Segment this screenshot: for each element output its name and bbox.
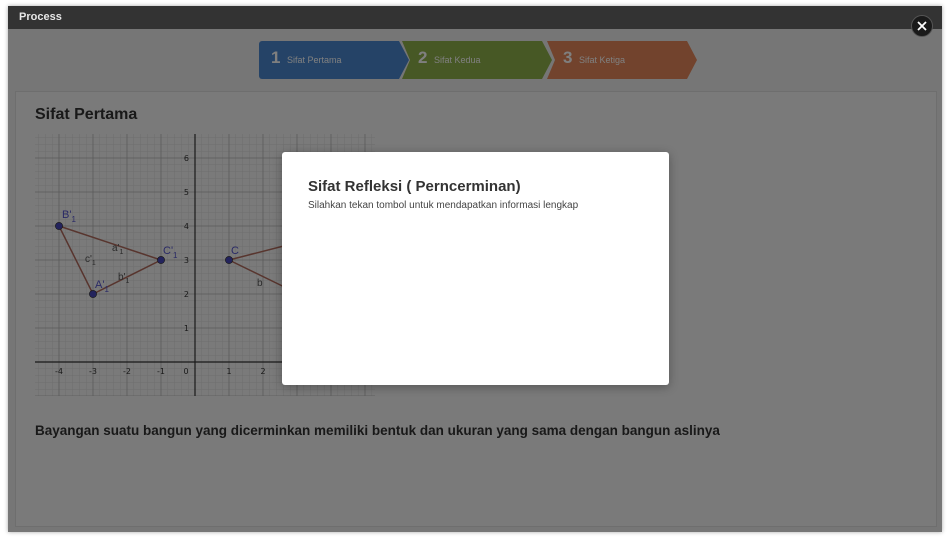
info-dialog: Sifat Refleksi ( Perncerminan) Silahkan … [282, 152, 669, 385]
close-button[interactable] [911, 15, 933, 37]
dialog-title: Sifat Refleksi ( Perncerminan) [308, 178, 521, 195]
dialog-message: Silahkan tekan tombol untuk mendapatkan … [308, 200, 579, 211]
close-icon [917, 21, 927, 31]
window-title: Process [8, 6, 942, 29]
